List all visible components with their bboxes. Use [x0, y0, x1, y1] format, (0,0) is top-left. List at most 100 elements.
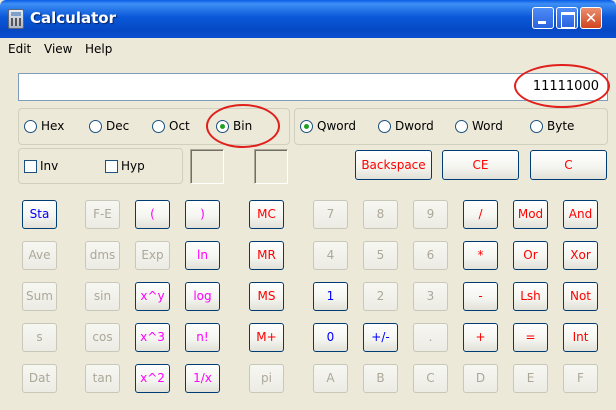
key-ms[interactable]: MS	[249, 282, 284, 311]
key-1-x[interactable]: 1/x	[185, 364, 220, 393]
backspace-button[interactable]: Backspace	[355, 150, 432, 180]
calculator-display: 11111000	[18, 73, 608, 101]
close-button[interactable]: ✕	[580, 7, 602, 29]
key-and[interactable]: And	[563, 200, 598, 229]
key-pi[interactable]: pi	[249, 364, 284, 393]
key-m[interactable]: M+	[249, 323, 284, 352]
key-a[interactable]: A	[313, 364, 348, 393]
key-mr[interactable]: MR	[249, 241, 284, 270]
clear-entry-button[interactable]: CE	[442, 150, 519, 180]
key-decimal[interactable]: .	[413, 323, 448, 352]
key-cos[interactable]: cos	[85, 323, 120, 352]
checkbox-hyp[interactable]: Hyp	[105, 159, 145, 173]
key-equals[interactable]: =	[513, 323, 548, 352]
key-x-2[interactable]: x^2	[135, 364, 170, 393]
radio-qword-circle	[300, 119, 313, 133]
key-e[interactable]: E	[513, 364, 548, 393]
checkbox-inv-box	[24, 159, 37, 173]
key-key[interactable]: +/-	[363, 323, 398, 352]
key-9[interactable]: 9	[413, 200, 448, 229]
radio-oct[interactable]: Oct	[152, 119, 190, 133]
key-1[interactable]: 1	[313, 282, 348, 311]
key-lsh[interactable]: Lsh	[513, 282, 548, 311]
key-s[interactable]: s	[22, 323, 57, 352]
radio-word-circle	[455, 119, 468, 133]
radio-dec-label: Dec	[106, 119, 130, 133]
key-int[interactable]: Int	[563, 323, 598, 352]
key-7[interactable]: 7	[313, 200, 348, 229]
menu-edit[interactable]: Edit	[8, 42, 31, 56]
key-sum[interactable]: Sum	[22, 282, 57, 311]
key-x-3[interactable]: x^3	[135, 323, 170, 352]
key-dat[interactable]: Dat	[22, 364, 57, 393]
menu-help[interactable]: Help	[85, 42, 112, 56]
key-plus[interactable]: +	[463, 323, 498, 352]
key-or[interactable]: Or	[513, 241, 548, 270]
key-c[interactable]: C	[413, 364, 448, 393]
key-n[interactable]: n!	[185, 323, 220, 352]
key-6[interactable]: 6	[413, 241, 448, 270]
radio-dec[interactable]: Dec	[89, 119, 129, 133]
key-4[interactable]: 4	[313, 241, 348, 270]
key-minus[interactable]: -	[463, 282, 498, 311]
radio-dec-circle	[89, 119, 102, 133]
key-8[interactable]: 8	[363, 200, 398, 229]
key-exp[interactable]: Exp	[135, 241, 170, 270]
key-x-y[interactable]: x^y	[135, 282, 170, 311]
key-ln[interactable]: ln	[185, 241, 220, 270]
key-not[interactable]: Not	[563, 282, 598, 311]
key-3[interactable]: 3	[413, 282, 448, 311]
key-dms[interactable]: dms	[85, 241, 120, 270]
key-5[interactable]: 5	[363, 241, 398, 270]
key-open-paren[interactable]: (	[135, 200, 170, 229]
radio-word-label: Word	[472, 119, 503, 133]
radio-word[interactable]: Word	[455, 119, 503, 133]
window-title: Calculator	[30, 9, 116, 27]
key-2[interactable]: 2	[363, 282, 398, 311]
key-log[interactable]: log	[185, 282, 220, 311]
key-tan[interactable]: tan	[85, 364, 120, 393]
key-mc[interactable]: MC	[249, 200, 284, 229]
key-ave[interactable]: Ave	[22, 241, 57, 270]
radio-byte[interactable]: Byte	[530, 119, 574, 133]
radio-hex-label: Hex	[41, 119, 65, 133]
radio-bin-circle	[216, 119, 229, 133]
radio-qword-label: Qword	[317, 119, 356, 133]
radio-qword[interactable]: Qword	[300, 119, 356, 133]
calculator-icon	[8, 9, 24, 29]
radio-byte-label: Byte	[547, 119, 575, 133]
key-b[interactable]: B	[363, 364, 398, 393]
checkbox-hyp-box	[105, 159, 118, 173]
key-d[interactable]: D	[463, 364, 498, 393]
radio-oct-label: Oct	[169, 119, 190, 133]
checkbox-inv[interactable]: Inv	[24, 159, 58, 173]
radio-dword-label: Dword	[395, 119, 434, 133]
key-sta[interactable]: Sta	[22, 200, 57, 229]
radio-dword-circle	[378, 119, 391, 133]
menu-bar: Edit View Help	[4, 38, 612, 60]
key-xor[interactable]: Xor	[563, 241, 598, 270]
menu-view[interactable]: View	[44, 42, 72, 56]
title-bar[interactable]: Calculator ✕	[0, 0, 616, 38]
checkbox-hyp-label: Hyp	[121, 159, 145, 173]
clear-button[interactable]: C	[530, 150, 607, 180]
parenthesis-indicator	[190, 149, 224, 184]
radio-hex-circle	[24, 119, 37, 133]
key-close-paren[interactable]: )	[185, 200, 220, 229]
maximize-button[interactable]	[556, 7, 578, 29]
radio-oct-circle	[152, 119, 165, 133]
key-f-e[interactable]: F-E	[85, 200, 120, 229]
radio-bin-label: Bin	[233, 119, 253, 133]
key-divide[interactable]: /	[463, 200, 498, 229]
radio-dword[interactable]: Dword	[378, 119, 434, 133]
minimize-button[interactable]	[532, 7, 554, 29]
memory-indicator	[254, 149, 288, 184]
radio-bin[interactable]: Bin	[216, 119, 252, 133]
checkbox-inv-label: Inv	[40, 159, 59, 173]
key-multiply[interactable]: *	[463, 241, 498, 270]
key-mod[interactable]: Mod	[513, 200, 548, 229]
key-0[interactable]: 0	[313, 323, 348, 352]
key-f[interactable]: F	[563, 364, 598, 393]
key-sin[interactable]: sin	[85, 282, 120, 311]
radio-hex[interactable]: Hex	[24, 119, 64, 133]
